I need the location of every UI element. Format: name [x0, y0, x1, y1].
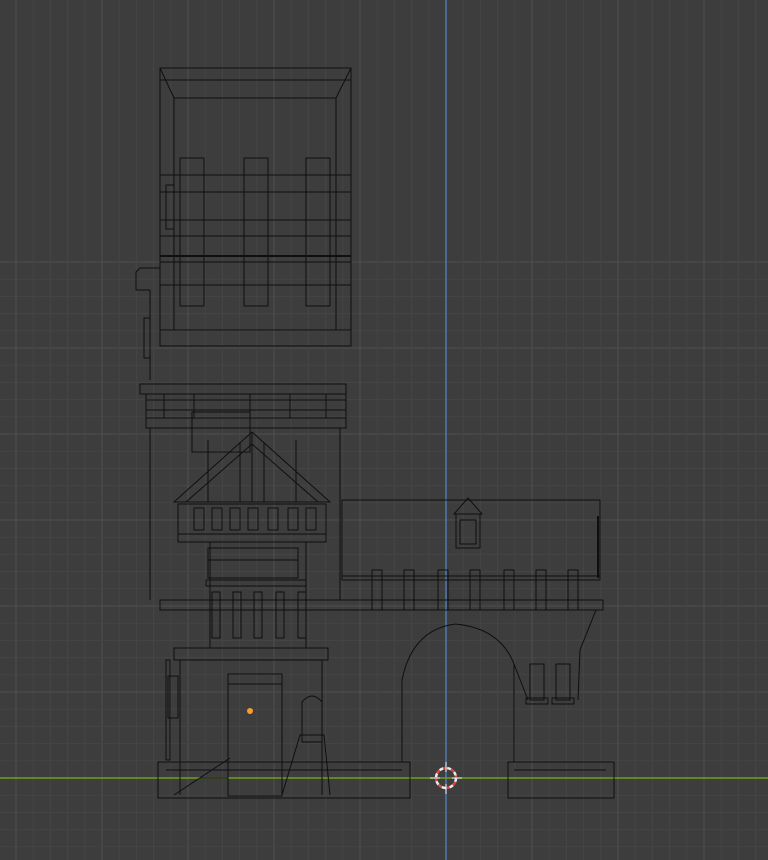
gable-porch: [172, 411, 332, 648]
building-mesh[interactable]: [135, 67, 615, 799]
viewport-canvas[interactable]: [0, 0, 768, 860]
3d-viewport[interactable]: [0, 0, 768, 860]
ground-floor: [165, 647, 331, 797]
grid-floor: [0, 0, 768, 860]
object-origin-point[interactable]: [247, 708, 253, 714]
side-wing: [159, 497, 604, 651]
base-plinth: [157, 761, 615, 799]
tower: [135, 67, 352, 380]
